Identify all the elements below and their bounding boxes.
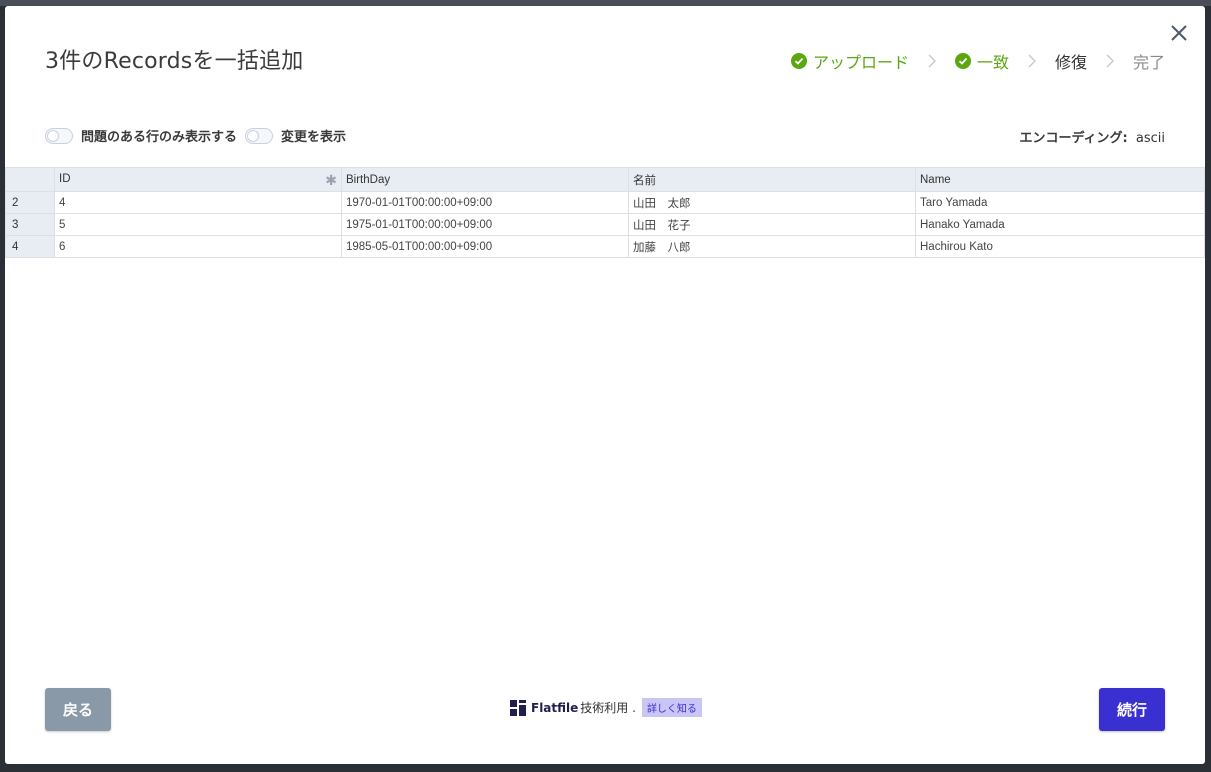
step-label: 完了 xyxy=(1132,53,1165,72)
cell-name-jp[interactable]: 山田 太郎 xyxy=(628,191,916,214)
step-complete: 完了 xyxy=(1133,49,1165,73)
encoding-value: ascii xyxy=(1135,131,1165,146)
show-changes-label: 変更を表示 xyxy=(281,130,347,145)
column-header-label: BirthDay xyxy=(346,173,391,186)
header-row: ID ✱ BirthDay 名前 Name xyxy=(5,167,1205,192)
step-match: 一致 xyxy=(954,49,1009,73)
modal-title: 3件のRecordsを一括追加 xyxy=(45,49,304,74)
cell-id[interactable]: 5 xyxy=(54,213,342,236)
cell-name-jp[interactable]: 加藤 八郎 xyxy=(628,235,916,258)
column-header-label: ID xyxy=(59,172,71,185)
chevron-right-icon xyxy=(1095,52,1125,70)
row-number-header xyxy=(5,167,55,192)
flatfile-logo-icon xyxy=(510,699,526,716)
step-label: アップロード xyxy=(812,53,909,72)
step-upload: アップロード xyxy=(790,49,909,73)
column-header-label: Name xyxy=(920,173,951,186)
check-circle-icon xyxy=(790,53,807,69)
cell-name[interactable]: Hachirou Kato xyxy=(915,235,1205,258)
continue-button[interactable]: 続行 xyxy=(1099,688,1165,731)
cell-birthday[interactable]: 1970-01-01T00:00:00+09:00 xyxy=(341,191,629,214)
close-button[interactable] xyxy=(1168,22,1190,44)
encoding-indicator: エンコーディング: ascii xyxy=(1019,127,1165,146)
check-circle-icon xyxy=(954,53,971,69)
table-row: 4 6 1985-05-01T00:00:00+09:00 加藤 八郎 Hach… xyxy=(5,235,1205,258)
filter-toggles: 問題のある行のみ表示する 変更を表示 xyxy=(45,126,354,145)
column-header-name-jp[interactable]: 名前 xyxy=(628,167,916,192)
encoding-label: エンコーディング: xyxy=(1019,131,1128,146)
step-label: 一致 xyxy=(976,53,1009,72)
column-header-name[interactable]: Name xyxy=(915,167,1205,192)
table-row: 3 5 1975-01-01T00:00:00+09:00 山田 花子 Hana… xyxy=(5,213,1205,236)
row-number: 3 xyxy=(5,213,55,236)
step-repair: 修復 xyxy=(1055,49,1087,73)
problem-rows-toggle[interactable] xyxy=(45,127,73,144)
toggle-knob xyxy=(247,129,260,142)
row-number: 4 xyxy=(5,235,55,258)
progress-stepper: アップロード 一致 修復 完了 xyxy=(790,49,1165,73)
cell-birthday[interactable]: 1975-01-01T00:00:00+09:00 xyxy=(341,213,629,236)
column-header-id[interactable]: ID ✱ xyxy=(54,167,342,192)
cell-id[interactable]: 6 xyxy=(54,235,342,258)
step-label: 修復 xyxy=(1054,53,1087,72)
learn-more-link[interactable]: 詳しく知る xyxy=(641,698,702,717)
powered-by-flatfile: Flatfile 技術利用 . 詳しく知る xyxy=(510,698,702,717)
table-row: 2 4 1970-01-01T00:00:00+09:00 山田 太郎 Taro… xyxy=(5,191,1205,214)
back-button[interactable]: 戻る xyxy=(45,688,111,731)
cell-name-jp[interactable]: 山田 花子 xyxy=(628,213,916,236)
cell-birthday[interactable]: 1985-05-01T00:00:00+09:00 xyxy=(341,235,629,258)
import-modal: 3件のRecordsを一括追加 アップロード 一致 修復 完了 問題のある行のみ… xyxy=(5,6,1205,764)
toggle-knob xyxy=(47,129,59,142)
chevron-right-icon xyxy=(917,52,947,70)
cell-name[interactable]: Taro Yamada xyxy=(915,191,1205,214)
column-header-label: 名前 xyxy=(633,174,656,187)
chevron-right-icon xyxy=(1017,52,1047,70)
cell-id[interactable]: 4 xyxy=(54,191,342,214)
flatfile-brand: Flatfile xyxy=(531,700,579,715)
powered-text: 技術利用 . xyxy=(580,701,636,715)
show-changes-toggle[interactable] xyxy=(245,127,274,144)
column-header-birthday[interactable]: BirthDay xyxy=(341,167,629,192)
row-number: 2 xyxy=(5,191,55,214)
close-icon xyxy=(1171,25,1187,41)
cell-name[interactable]: Hanako Yamada xyxy=(915,213,1205,236)
required-asterisk-icon: ✱ xyxy=(325,171,337,188)
data-grid: ID ✱ BirthDay 名前 Name 2 4 1970-01-01T00:… xyxy=(5,167,1205,258)
problem-rows-label: 問題のある行のみ表示する xyxy=(81,130,238,145)
